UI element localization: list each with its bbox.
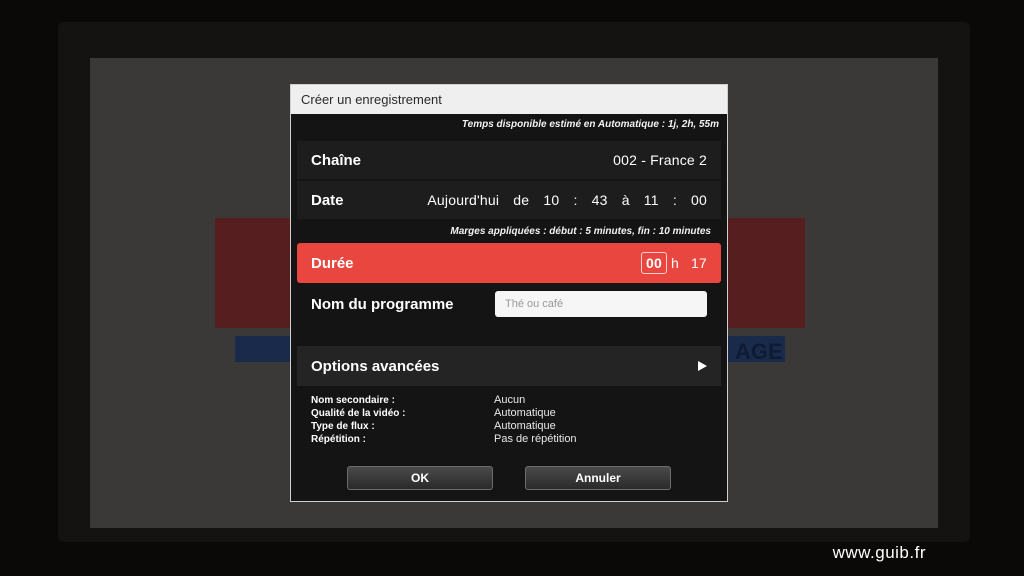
detail-value: Automatique (494, 407, 556, 419)
detail-label: Type de flux : (311, 421, 375, 432)
detail-value: Automatique (494, 420, 556, 432)
margins-text: Marges appliquées : début : 5 minutes, f… (450, 226, 711, 237)
channel-label: Chaîne (311, 151, 362, 169)
date-day: Aujourd'hui (427, 192, 500, 208)
play-arrow-icon (698, 361, 707, 371)
watermark: www.guib.fr (832, 543, 926, 562)
ok-button[interactable]: OK (347, 466, 493, 490)
end-separator: : (672, 192, 677, 208)
end-minute[interactable]: 00 (691, 192, 707, 208)
duration-value: 00 h 17 (641, 252, 707, 274)
date-row[interactable]: Date Aujourd'hui de 10 : 43 à 11 : 00 (297, 181, 721, 219)
advanced-options-label: Options avancées (311, 357, 440, 375)
channel-row[interactable]: Chaîne 002 - France 2 (297, 141, 721, 179)
duration-hour-unit: h (671, 255, 680, 271)
detail-value: Pas de répétition (494, 433, 577, 445)
program-name-row: Nom du programme (297, 285, 721, 323)
dialog-title: Créer un enregistrement (291, 85, 727, 114)
available-time-text: Temps disponible estimé en Automatique :… (461, 119, 719, 130)
detail-row: Répétition : Pas de répétition (311, 433, 711, 446)
duration-row[interactable]: Durée 00 h 17 (297, 243, 721, 283)
detail-label: Nom secondaire : (311, 395, 395, 406)
start-hour[interactable]: 10 (543, 192, 559, 208)
duration-minutes-field[interactable]: 17 (691, 255, 707, 271)
detail-row: Nom secondaire : Aucun (311, 394, 711, 407)
end-hour[interactable]: 11 (644, 192, 659, 208)
advanced-options-row[interactable]: Options avancées (297, 346, 721, 386)
detail-label: Répétition : (311, 434, 366, 445)
detail-row: Qualité de la vidéo : Automatique (311, 407, 711, 420)
create-recording-dialog: Créer un enregistrement Temps disponible… (290, 84, 728, 502)
date-value: Aujourd'hui de 10 : 43 à 11 : 00 (417, 192, 707, 208)
background-logo-tag: AGE (735, 339, 783, 364)
duration-hours-field[interactable]: 00 (641, 252, 668, 274)
detail-value: Aucun (494, 394, 526, 406)
program-name-label: Nom du programme (311, 295, 454, 313)
date-to-word: à (621, 192, 630, 208)
start-separator: : (573, 192, 578, 208)
recording-details: Nom secondaire : Aucun Qualité de la vid… (311, 394, 711, 446)
cancel-button[interactable]: Annuler (525, 466, 671, 490)
channel-value: 002 - France 2 (613, 152, 707, 168)
detail-label: Qualité de la vidéo : (311, 408, 406, 419)
date-label: Date (311, 191, 344, 209)
detail-row: Type de flux : Automatique (311, 420, 711, 433)
date-from-word: de (513, 192, 530, 208)
duration-label: Durée (311, 254, 354, 272)
start-minute[interactable]: 43 (592, 192, 608, 208)
program-name-input[interactable] (495, 291, 707, 317)
